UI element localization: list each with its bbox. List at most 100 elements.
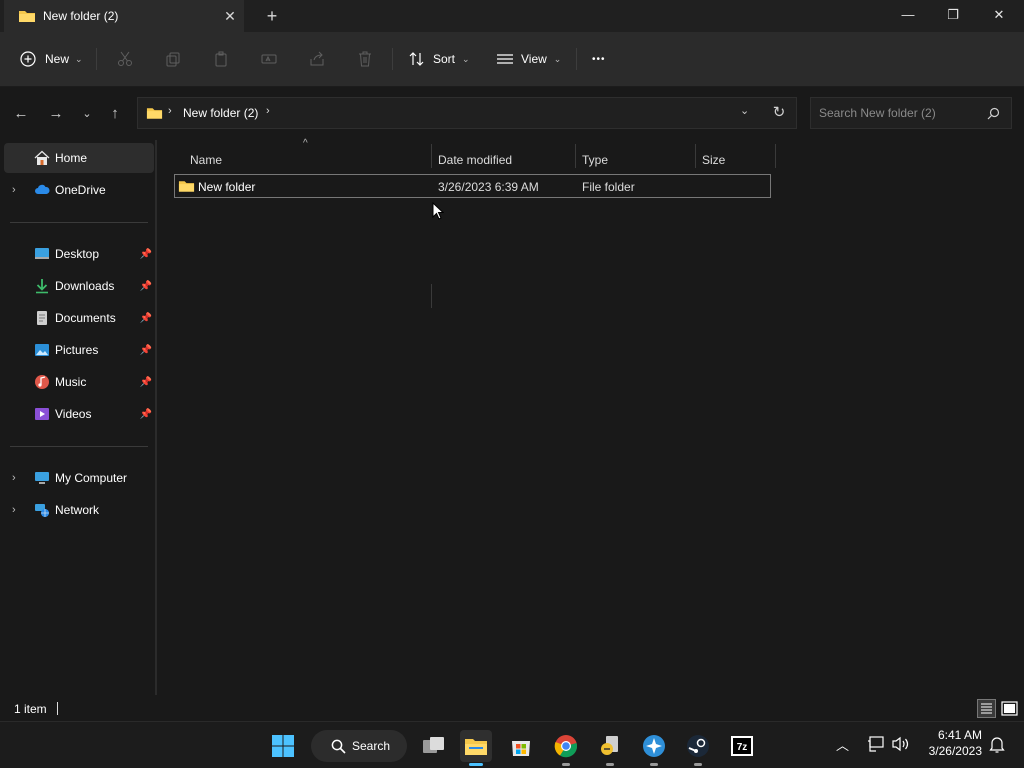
folder-icon (19, 11, 35, 22)
details-view-icon[interactable] (977, 699, 996, 718)
task-view-icon (423, 737, 444, 753)
view-button[interactable]: View ⌄ (496, 44, 561, 74)
sidebar-item-home[interactable]: Home (4, 143, 154, 173)
tab-active[interactable]: New folder (2) ✕ (4, 0, 244, 32)
app-star-icon (643, 735, 665, 757)
column-header-size[interactable]: Size (702, 146, 725, 174)
music-icon (35, 375, 49, 389)
pin-icon[interactable]: 📌 (140, 345, 152, 356)
delete-icon[interactable] (357, 51, 373, 67)
mouse-cursor-icon (432, 202, 444, 220)
pin-icon[interactable]: 📌 (140, 313, 152, 324)
sidebar-item-videos[interactable]: Videos 📌 (4, 399, 154, 429)
status-divider (57, 702, 58, 715)
taskbar-app-scan[interactable] (594, 730, 626, 766)
taskbar-app-bluestar[interactable] (638, 730, 670, 766)
taskbar-clock-date[interactable]: 3/26/2023 (918, 744, 982, 758)
add-circle-icon (20, 51, 36, 67)
show-hidden-icons-chevron-icon[interactable]: ︿ (836, 735, 849, 754)
toolbar-divider (392, 48, 393, 70)
volume-icon[interactable] (891, 736, 911, 752)
more-options-button[interactable]: ••• (592, 44, 606, 74)
back-arrow-icon[interactable]: ← (10, 103, 32, 125)
forward-arrow-icon[interactable]: → (45, 103, 67, 125)
sidebar-item-label: Desktop (55, 247, 100, 261)
running-indicator (606, 763, 614, 766)
taskbar-chrome[interactable] (550, 730, 582, 766)
sidebar-item-label: Home (55, 151, 88, 165)
column-header-type[interactable]: Type (582, 146, 608, 174)
share-icon[interactable] (309, 51, 325, 67)
column-divider[interactable] (695, 144, 696, 168)
pin-icon[interactable]: 📌 (140, 377, 152, 388)
taskbar-file-explorer[interactable] (460, 730, 492, 766)
task-view-button[interactable] (418, 730, 450, 762)
breadcrumb-separator-icon[interactable]: › (266, 105, 270, 117)
item-count: 1 item (14, 702, 47, 716)
column-divider[interactable] (775, 144, 776, 168)
sidebar-item-pictures[interactable]: Pictures 📌 (4, 335, 154, 365)
folder-icon (178, 181, 195, 192)
sidebar-item-music[interactable]: Music 📌 (4, 367, 154, 397)
sidebar-item-label: Documents (55, 311, 116, 325)
column-divider[interactable] (431, 144, 432, 168)
chevron-right-icon[interactable]: › (12, 472, 16, 484)
breadcrumb-segment[interactable]: New folder (2) (183, 106, 258, 120)
sidebar-item-label: Music (55, 375, 87, 389)
search-input[interactable] (819, 105, 979, 121)
cut-icon[interactable] (117, 51, 133, 67)
microsoft-store-icon (512, 741, 530, 756)
sidebar-item-my-computer[interactable]: › My Computer (4, 463, 154, 493)
scanner-app-icon (601, 736, 618, 755)
table-row[interactable]: New folder 3/26/2023 6:39 AM File folder (174, 174, 771, 198)
taskbar-steam[interactable] (682, 730, 714, 766)
sidebar-item-desktop[interactable]: Desktop 📌 (4, 239, 154, 269)
taskbar-search-button[interactable]: Search (311, 730, 407, 762)
refresh-icon[interactable]: ↻ (768, 102, 790, 124)
new-tab-button[interactable]: + (262, 5, 282, 27)
videos-icon (35, 408, 49, 420)
large-icons-view-icon[interactable] (1000, 699, 1019, 718)
pin-icon[interactable]: 📌 (140, 249, 152, 260)
column-divider[interactable] (431, 284, 432, 308)
column-header-date-modified[interactable]: Date modified (438, 146, 512, 174)
chevron-right-icon[interactable]: › (12, 184, 16, 196)
sort-button[interactable]: Sort ⌄ (408, 44, 470, 74)
up-arrow-icon[interactable]: ↑ (104, 103, 126, 125)
file-type: File folder (582, 180, 635, 194)
steam-icon (687, 735, 709, 757)
search-box[interactable] (810, 97, 1012, 129)
sidebar-item-documents[interactable]: Documents 📌 (4, 303, 154, 333)
new-button[interactable]: New ⌄ (20, 44, 83, 74)
breadcrumb-separator-icon: › (168, 105, 172, 117)
column-header-name[interactable]: Name (190, 146, 222, 174)
sidebar-item-label: My Computer (55, 471, 128, 485)
sidebar-item-onedrive[interactable]: › OneDrive (4, 175, 154, 205)
sidebar-item-network[interactable]: › Network (4, 495, 154, 525)
start-button[interactable] (267, 730, 299, 762)
rename-icon[interactable] (261, 51, 277, 67)
address-history-chevron-icon[interactable]: ⌄ (740, 104, 749, 117)
taskbar-clock-time[interactable]: 6:41 AM (918, 728, 982, 742)
copy-icon[interactable] (165, 51, 181, 67)
paste-icon[interactable] (213, 51, 229, 67)
taskbar-7zip[interactable]: 7z (726, 730, 758, 762)
running-indicator (694, 763, 702, 766)
running-indicator (562, 763, 570, 766)
recent-locations-chevron-icon[interactable]: ⌄ (76, 103, 98, 125)
chevron-right-icon[interactable]: › (12, 504, 16, 516)
column-divider[interactable] (575, 144, 576, 168)
close-window-button[interactable]: ✕ (976, 0, 1022, 30)
maximize-button[interactable]: ❐ (930, 0, 976, 30)
minimize-button[interactable]: — (885, 0, 931, 30)
sidebar-item-downloads[interactable]: Downloads 📌 (4, 271, 154, 301)
notifications-bell-icon[interactable] (989, 736, 1005, 754)
pin-icon[interactable]: 📌 (140, 409, 152, 420)
pin-icon[interactable]: 📌 (140, 281, 152, 292)
navigation-bar: ← → ⌄ ↑ › New folder (2) › ⌄ ↻ (0, 87, 1024, 139)
address-bar[interactable]: › New folder (2) › ⌄ (137, 97, 797, 129)
tab-close-button[interactable]: ✕ (220, 6, 240, 26)
search-icon[interactable] (987, 107, 1000, 120)
taskbar-microsoft-store[interactable] (505, 730, 537, 762)
network-status-icon[interactable] (867, 736, 885, 752)
